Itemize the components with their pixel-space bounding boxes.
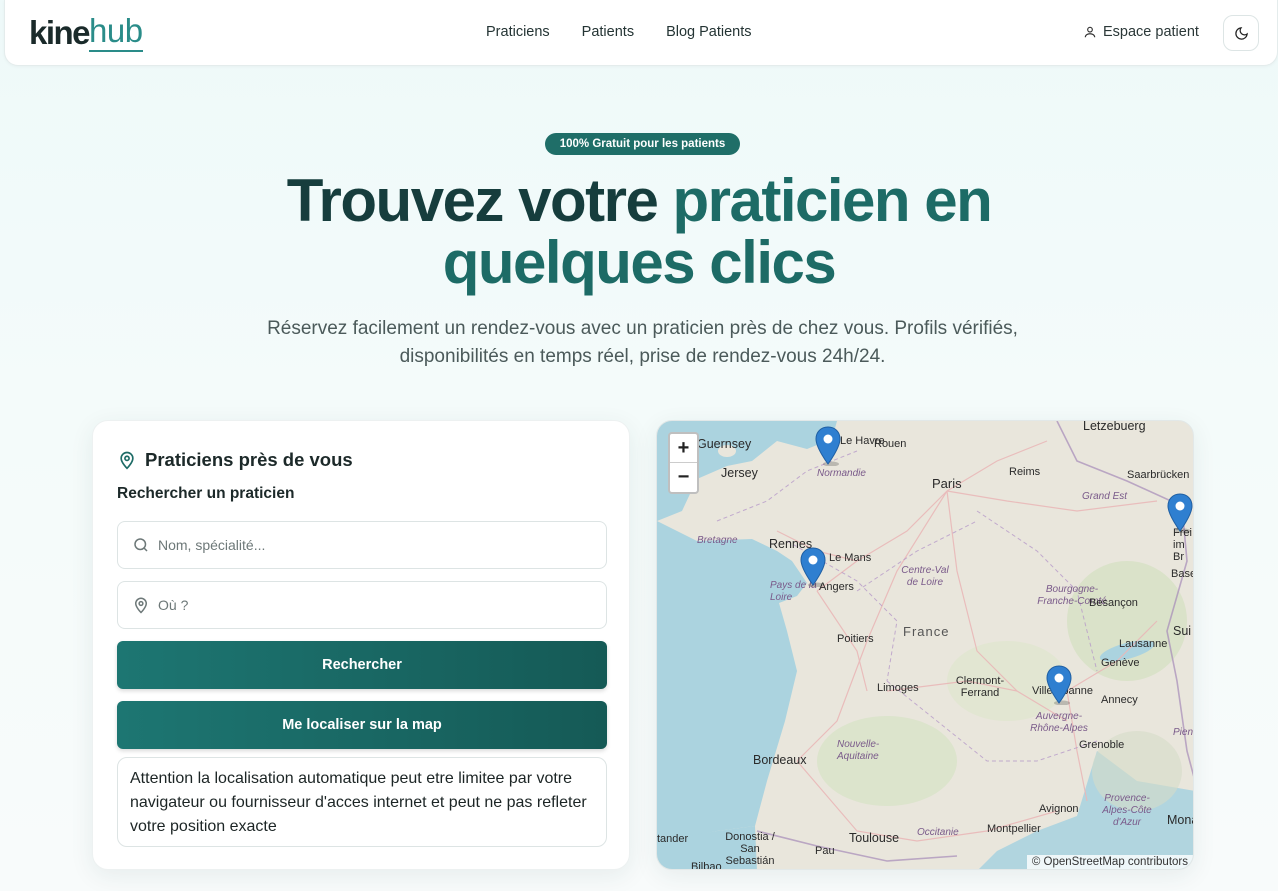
city-label: Poitiers xyxy=(837,633,874,645)
moon-icon xyxy=(1234,26,1248,40)
city-label: Annecy xyxy=(1101,694,1138,706)
city-label: Besançon xyxy=(1089,597,1138,609)
locate-me-button[interactable]: Me localiser sur la map xyxy=(117,701,607,749)
region-label: Normandie xyxy=(817,468,866,479)
map-pin-icon xyxy=(120,451,134,470)
city-label: Paris xyxy=(932,476,962,491)
city-label: Donostia / San Sebastián xyxy=(725,831,775,867)
name-search-input[interactable] xyxy=(158,537,598,553)
city-label: Le Mans xyxy=(829,552,872,564)
city-label: Toulouse xyxy=(849,831,900,845)
user-icon xyxy=(1084,26,1096,38)
hero-title-part2: praticien en xyxy=(672,167,993,234)
location-input[interactable] xyxy=(158,597,598,613)
card-title: Praticiens près de vous xyxy=(145,449,353,470)
city-label: Letzebuerg xyxy=(1083,420,1146,433)
region-label: Nouvelle-Aquitaine xyxy=(837,739,880,762)
search-button[interactable]: Rechercher xyxy=(117,641,607,689)
city-label: Bilbao xyxy=(691,861,722,870)
city-label: Pau xyxy=(815,845,835,857)
region-label: Occitanie xyxy=(917,827,959,838)
region-label: Centre-Val de Loire xyxy=(901,565,949,588)
name-search-field xyxy=(117,521,607,569)
kinehub-logo[interactable]: kine hub xyxy=(29,12,143,52)
logo-hub: hub xyxy=(89,12,143,52)
city-label: Guernsey xyxy=(697,437,752,451)
hero-title-part1: Trouvez votre xyxy=(286,167,659,234)
city-label: Saarbrücken xyxy=(1127,469,1190,481)
city-label: Base xyxy=(1171,568,1194,580)
zoom-in-button[interactable]: + xyxy=(670,434,697,463)
city-label: Genève xyxy=(1101,657,1140,669)
zoom-control: + − xyxy=(668,432,699,494)
city-label: Sui xyxy=(1173,624,1192,638)
city-label: Montpellier xyxy=(987,823,1041,835)
location-notice: Attention la localisation automatique pe… xyxy=(117,757,607,847)
city-label: Monaco xyxy=(1167,813,1193,827)
nav-blog-patients[interactable]: Blog Patients xyxy=(666,24,751,40)
hero-title-line2: quelques clics xyxy=(442,229,837,296)
city-label: Jersey xyxy=(721,466,758,480)
city-label: Rouen xyxy=(874,438,907,450)
map-marker-icon[interactable] xyxy=(815,426,841,466)
hero-subtitle: Réservez facilement un rendez-vous avec … xyxy=(267,318,1018,367)
card-header: Praticiens près de vous xyxy=(117,449,353,471)
city-label: tander xyxy=(657,833,689,845)
city-label: Bordeaux xyxy=(753,753,807,767)
country-label: France xyxy=(903,624,950,639)
map-marker-icon[interactable] xyxy=(800,547,826,587)
city-label: Reims xyxy=(1009,466,1041,478)
map-view[interactable]: Normandie Bretagne Pays de la Loire Cent… xyxy=(656,420,1194,870)
region-label: Grand Est xyxy=(1082,491,1128,502)
search-card: Praticiens près de vous Rechercher un pr… xyxy=(92,420,630,870)
city-label: Clermont-Ferrand xyxy=(955,675,1005,699)
site-header: kine hub Praticiens Patients Blog Patien… xyxy=(4,0,1278,66)
city-label: Lausanne xyxy=(1119,638,1168,650)
logo-kine: kine xyxy=(29,14,91,51)
main-nav: Praticiens Patients Blog Patients xyxy=(486,24,752,40)
hero-title: Trouvez votre praticien en quelques clic… xyxy=(0,170,1278,294)
nav-praticiens[interactable]: Praticiens xyxy=(486,24,550,40)
city-label: Limoges xyxy=(877,682,919,694)
city-label: Avignon xyxy=(1039,803,1079,815)
zoom-out-button[interactable]: − xyxy=(670,463,697,492)
region-label: Pien xyxy=(1173,727,1194,738)
city-label: Grenoble xyxy=(1079,739,1125,751)
region-label: Provence-Alpes-Côte d'Azur xyxy=(1102,793,1152,828)
espace-patient-link[interactable]: Espace patient xyxy=(1083,24,1199,40)
region-label: Auvergne-Rhône-Alpes xyxy=(1030,711,1088,734)
espace-patient-label: Espace patient xyxy=(1103,24,1199,40)
location-icon xyxy=(134,597,148,614)
free-badge: 100% Gratuit pour les patients xyxy=(545,133,740,155)
search-icon xyxy=(134,538,148,552)
map-marker-icon[interactable] xyxy=(1046,665,1072,705)
theme-toggle-button[interactable] xyxy=(1223,15,1259,51)
map-attribution[interactable]: © OpenStreetMap contributors xyxy=(1026,855,1193,869)
card-subtitle: Rechercher un praticien xyxy=(117,485,295,502)
region-label: Bretagne xyxy=(697,535,738,546)
location-field xyxy=(117,581,607,629)
map-marker-icon[interactable] xyxy=(1167,493,1193,533)
nav-patients[interactable]: Patients xyxy=(582,24,634,40)
